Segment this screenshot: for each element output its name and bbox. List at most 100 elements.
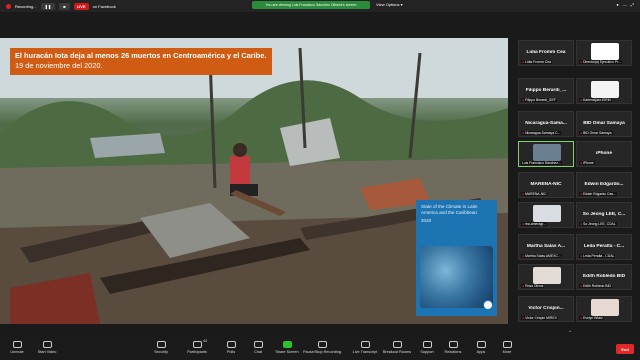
wmo-logo <box>483 300 493 310</box>
live-platform: on Facebook <box>92 3 116 9</box>
gallery-scroll-down-icon[interactable]: ⌄ <box>568 328 572 334</box>
screen-share-banner: You are viewing Luis Francisco Sánchez O… <box>252 1 370 9</box>
participant-label: ●Karlenzijaer-EIRM <box>579 98 612 102</box>
top-bar: Recording... ❚❚ ■ LIVE on Facebook You a… <box>0 0 640 12</box>
mic-muted-icon: ● <box>580 192 583 196</box>
view-options-menu[interactable]: View Options ▾ <box>376 2 403 7</box>
participant-tile-speaking[interactable]: Luis Francisco Sánchez... <box>518 141 574 167</box>
participant-video <box>533 205 561 222</box>
breakout-rooms-icon <box>392 341 402 348</box>
participants-button[interactable]: Participants <box>180 341 214 354</box>
participant-tile[interactable]: Edwin Edgardo... ●Edwin Edgardo Cas... <box>576 172 632 198</box>
fullscreen-icon[interactable]: ⤢ <box>631 2 634 7</box>
participant-gallery[interactable]: Lidia Fromm Cea ●Lidia Fromm Cea ●Direct… <box>514 38 640 324</box>
start-video-button[interactable]: Start Video <box>30 341 64 354</box>
minimize-icon[interactable]: — <box>623 2 627 7</box>
participant-label: ●MARENA-NIC <box>521 192 548 196</box>
participant-tile[interactable]: BID Omar Samaya ●BID Omar Samaya <box>576 111 632 137</box>
participant-name: Nicaragua-Sama... <box>525 121 567 126</box>
participant-name: Victor Crispin... <box>528 306 564 311</box>
participant-video <box>591 299 619 316</box>
participant-name: Leda Peralta - C... <box>583 244 625 249</box>
participant-label: ●So Jeong LEE, CDAL <box>579 222 617 226</box>
participants-count: 44 <box>203 339 207 343</box>
recording-icon <box>317 341 327 348</box>
globe-image <box>420 246 493 308</box>
participant-label: ●Nicaragua-Samaya C... <box>521 131 562 135</box>
chat-bubble-icon <box>253 341 263 348</box>
mic-muted-icon: ● <box>580 131 583 135</box>
participant-tile[interactable]: ●Rosa Olivos <box>518 264 574 290</box>
participant-name: Edwin Edgardo... <box>584 182 624 187</box>
mic-muted-icon: ● <box>580 222 583 226</box>
participant-label: ●Evelyn Wiarz <box>579 316 604 320</box>
participant-label: ●Rosa Olivos <box>521 284 545 288</box>
slide-headline: El huracán Iota deja al menos 26 muertos… <box>10 48 272 75</box>
chevron-down-icon: ▾ <box>400 2 403 7</box>
poll-chart-icon <box>226 341 236 348</box>
spacer <box>0 324 640 338</box>
cc-icon <box>360 341 370 348</box>
participant-tile[interactable]: MARENA-NIC ●MARENA-NIC <box>518 172 574 198</box>
participant-name: Edith Robledo BID <box>582 274 626 279</box>
mic-muted-icon: ● <box>522 60 525 64</box>
smiley-icon <box>448 341 458 348</box>
more-button[interactable]: More <box>490 341 524 354</box>
participant-label: ●ma.ameragr... <box>521 222 547 226</box>
participant-label: ●Victor Crispin MIREX <box>521 316 558 320</box>
support-icon <box>422 341 432 348</box>
video-camera-off-icon <box>42 341 52 348</box>
shared-screen: El huracán Iota deja al menos 26 muertos… <box>0 38 508 324</box>
participant-name: Martha Salas A... <box>526 244 566 249</box>
live-transcript-button[interactable]: Live Transcript <box>348 341 382 354</box>
unmute-button[interactable]: Unmute <box>0 341 34 354</box>
participant-label: ●Leda Peralta - CDAL <box>579 254 616 258</box>
report-year: 2020 <box>421 217 432 223</box>
participant-tile[interactable]: ●ma.ameragr... <box>518 202 574 228</box>
mic-muted-icon: ● <box>522 131 525 135</box>
participant-name: MARENA-NIC <box>530 182 562 187</box>
participant-label: ●Edith Robledo BID <box>579 284 612 288</box>
participants-icon <box>192 341 202 348</box>
org-logo <box>591 81 619 98</box>
shield-icon[interactable]: ● <box>616 2 618 7</box>
participant-label: ●iPhone <box>579 161 595 165</box>
participant-tile[interactable]: iPhone ●iPhone <box>576 141 632 167</box>
participant-tile[interactable]: Filippo Berardi_... ●Filippo Berardi_GEF <box>518 78 574 104</box>
org-logo <box>591 43 619 60</box>
mic-muted-icon: ● <box>580 161 583 165</box>
participant-tile[interactable]: ●Karlenzijaer-EIRM <box>576 78 632 104</box>
participant-name: iPhone <box>596 151 612 156</box>
recording-status[interactable]: Recording... <box>15 4 37 9</box>
participant-tile[interactable]: Victor Crispin... ●Victor Crispin MIREX <box>518 296 574 322</box>
participant-tile[interactable]: Edith Robledo BID ●Edith Robledo BID <box>576 264 632 290</box>
share-screen-icon <box>282 341 292 348</box>
pause-stop-recording-button[interactable]: Pause/Stop Recording <box>302 341 342 354</box>
participant-label: ●Filippo Berardi_GEF <box>521 98 557 102</box>
apps-grid-icon <box>476 341 486 348</box>
participant-label: ●Edwin Edgardo Cas... <box>579 192 617 196</box>
participant-name: BID Omar Samaya <box>583 121 625 126</box>
view-options-label: View Options <box>376 2 400 7</box>
participant-tile[interactable]: Leda Peralta - C... ●Leda Peralta - CDAL <box>576 234 632 260</box>
mic-muted-icon: ● <box>580 284 583 288</box>
breakout-rooms-button[interactable]: Breakout Rooms <box>380 341 414 354</box>
end-meeting-button[interactable]: End <box>616 344 634 354</box>
mic-muted-icon: ● <box>580 98 583 102</box>
participant-tile[interactable]: ●Evelyn Wiarz <box>576 296 632 322</box>
live-badge[interactable]: LIVE <box>73 2 89 10</box>
participant-name: Lidia Fromm Cea <box>526 50 566 55</box>
mic-muted-icon: ● <box>522 316 525 320</box>
participant-tile[interactable]: So Jeong LEE, C... ●So Jeong LEE, CDAL <box>576 202 632 228</box>
participant-video <box>533 144 561 161</box>
mic-muted-icon: ● <box>580 254 583 258</box>
mic-muted-icon: ● <box>580 60 583 64</box>
share-screen-button[interactable]: Share Screen <box>270 341 304 354</box>
participant-tile[interactable]: Nicaragua-Sama... ●Nicaragua-Samaya C... <box>518 111 574 137</box>
security-button[interactable]: Security <box>144 341 178 354</box>
stop-icon[interactable]: ■ <box>59 2 70 10</box>
participant-tile[interactable]: Lidia Fromm Cea ●Lidia Fromm Cea <box>518 40 574 66</box>
participant-tile[interactable]: Martha Salas A... ●Martha Salas AMEXC... <box>518 234 574 260</box>
pause-icon[interactable]: ❚❚ <box>40 2 56 10</box>
participant-tile[interactable]: ●Director(a) Ejecutivo Pr... <box>576 40 632 66</box>
